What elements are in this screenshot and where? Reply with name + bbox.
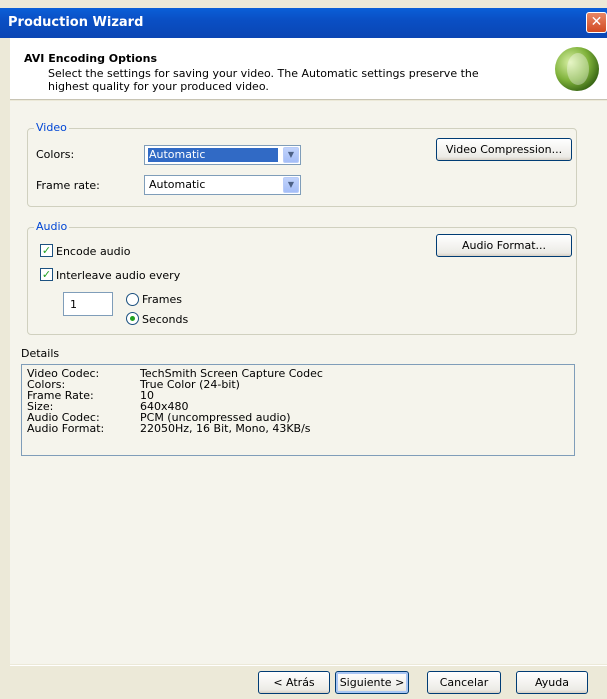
frame-rate-select-value: Automatic bbox=[149, 178, 206, 191]
title-bar: Production Wizard ✕ bbox=[0, 8, 607, 38]
video-compression-button[interactable]: Video Compression... bbox=[436, 138, 572, 161]
cancel-button[interactable]: Cancelar bbox=[427, 671, 501, 694]
audio-group: Audio ✓ Encode audio ✓ Interleave audio … bbox=[27, 220, 577, 335]
details-label: Details bbox=[21, 347, 60, 360]
interleave-value-input[interactable]: 1 bbox=[63, 292, 113, 316]
encode-audio-label[interactable]: Encode audio bbox=[56, 245, 130, 258]
frame-rate-select[interactable]: Automatic ▼ bbox=[144, 175, 301, 195]
video-group-label: Video bbox=[34, 121, 69, 134]
wizard-content: Video Colors: Automatic ▼ Frame rate: Au… bbox=[10, 101, 607, 664]
seconds-label[interactable]: Seconds bbox=[142, 313, 188, 326]
encode-audio-checkbox[interactable]: ✓ bbox=[40, 244, 53, 257]
detail-value: True Color (24-bit) bbox=[140, 378, 240, 391]
logo-icon bbox=[555, 47, 599, 91]
frames-label[interactable]: Frames bbox=[142, 293, 182, 306]
interleave-audio-checkbox[interactable]: ✓ bbox=[40, 268, 53, 281]
colors-select[interactable]: Automatic ▼ bbox=[144, 145, 301, 165]
interleave-audio-label[interactable]: Interleave audio every bbox=[56, 269, 180, 282]
detail-key: Audio Format: bbox=[27, 422, 105, 435]
detail-value: 22050Hz, 16 Bit, Mono, 43KB/s bbox=[140, 422, 311, 435]
video-group: Video Colors: Automatic ▼ Frame rate: Au… bbox=[27, 121, 577, 207]
colors-label: Colors: bbox=[36, 148, 75, 161]
wizard-header: AVI Encoding Options Select the settings… bbox=[10, 38, 607, 100]
back-button[interactable]: < Atrás bbox=[258, 671, 330, 694]
colors-select-value: Automatic bbox=[148, 148, 278, 162]
help-button[interactable]: Ayuda bbox=[516, 671, 588, 694]
details-panel: Video Codec: TechSmith Screen Capture Cod… bbox=[21, 364, 575, 456]
frames-radio[interactable] bbox=[126, 293, 139, 306]
page-description: Select the settings for saving your vide… bbox=[48, 67, 479, 93]
window-title: Production Wizard bbox=[8, 15, 144, 30]
page-title: AVI Encoding Options bbox=[24, 52, 157, 65]
audio-format-button[interactable]: Audio Format... bbox=[436, 234, 572, 257]
frame-rate-label: Frame rate: bbox=[36, 179, 100, 192]
chevron-down-icon[interactable]: ▼ bbox=[283, 147, 299, 163]
next-button[interactable]: Siguiente > bbox=[335, 671, 409, 694]
seconds-radio[interactable] bbox=[126, 312, 139, 325]
audio-group-label: Audio bbox=[34, 220, 70, 233]
wizard-footer: < Atrás Siguiente > Cancelar Ayuda bbox=[10, 665, 607, 699]
chevron-down-icon[interactable]: ▼ bbox=[283, 177, 299, 193]
close-button[interactable]: ✕ bbox=[586, 12, 607, 33]
